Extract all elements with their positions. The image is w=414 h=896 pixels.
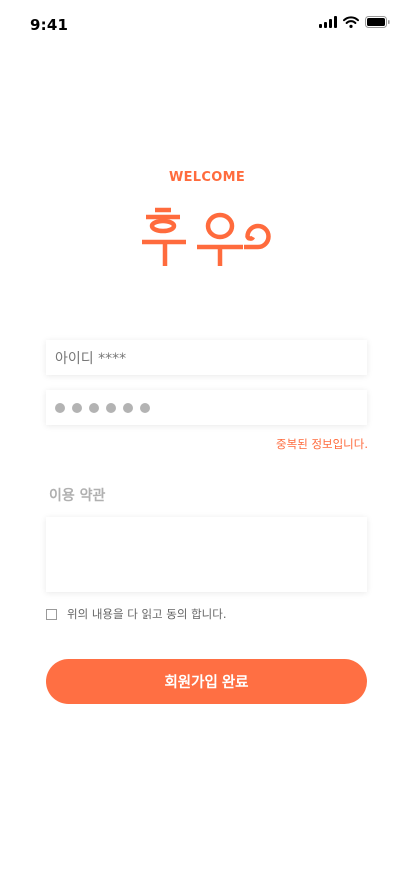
password-field[interactable] <box>46 390 367 425</box>
id-input[interactable] <box>46 340 367 375</box>
agree-label: 위의 내용을 다 읽고 동의 합니다. <box>67 607 227 621</box>
password-dot <box>89 402 99 413</box>
password-dot <box>55 402 65 413</box>
wifi-icon <box>343 16 359 28</box>
agree-row[interactable]: 위의 내용을 다 읽고 동의 합니다. <box>46 606 226 622</box>
password-dot <box>72 402 82 413</box>
password-dots <box>55 390 150 425</box>
id-field[interactable] <box>46 340 367 375</box>
status-bar: 9:41 <box>0 0 414 44</box>
status-icons <box>319 16 390 28</box>
duplicate-error-message: 중복된 정보입니다. <box>276 437 368 451</box>
password-dot <box>140 402 150 413</box>
password-dot <box>106 402 116 413</box>
password-dot <box>123 402 133 413</box>
welcome-text: WELCOME <box>168 170 245 185</box>
signup-complete-button[interactable]: 회원가입 완료 <box>46 659 367 704</box>
terms-title: 이용 약관 <box>49 488 106 504</box>
battery-icon <box>365 16 390 28</box>
terms-content-box[interactable] <box>46 517 367 592</box>
brand-logo <box>142 207 271 266</box>
agree-checkbox[interactable] <box>46 608 57 620</box>
signal-icon <box>319 16 337 28</box>
status-time: 9:41 <box>30 16 69 34</box>
